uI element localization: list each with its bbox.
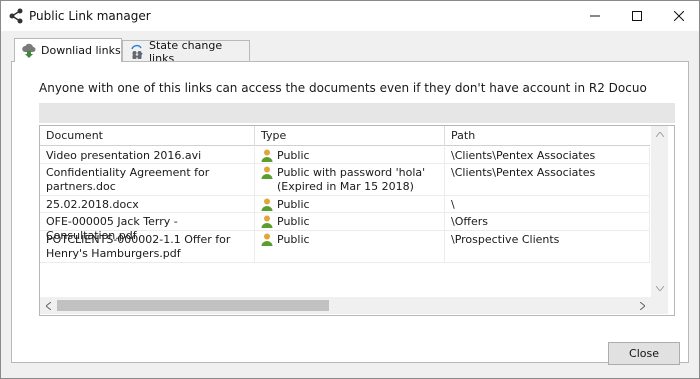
- close-icon: [674, 11, 684, 21]
- path-cell: \Clients\Pentex Associates: [445, 147, 650, 163]
- maximize-icon: [632, 11, 642, 21]
- tab-state-change-links[interactable]: State change links: [122, 39, 250, 65]
- document-cell: Video presentation 2016.avi: [40, 147, 255, 163]
- document-cell: 25.02.2018.docx: [40, 196, 255, 212]
- type-label: Public with password 'hola' (Expired in …: [277, 166, 426, 193]
- user-icon: [261, 166, 273, 179]
- maximize-button[interactable]: [614, 1, 660, 31]
- close-button[interactable]: Close: [608, 342, 680, 365]
- table-header: Document Type Path: [40, 126, 650, 146]
- download-links-panel: Anyone with one of this links can access…: [11, 61, 689, 363]
- path-cell: \: [445, 196, 650, 212]
- type-cell: Public with password 'hola' (Expired in …: [255, 164, 445, 195]
- dialog-body: Downliad links State change links Anyone…: [1, 31, 699, 378]
- type-cell: Public: [255, 147, 445, 163]
- download-cloud-icon: [21, 43, 37, 59]
- type-label: Public: [277, 149, 310, 162]
- table-row[interactable]: POTCLIENTS-000002-1.1 Offer for Henry's …: [40, 231, 650, 263]
- path-cell: \Clients\Pentex Associates: [445, 164, 650, 195]
- public-link-manager-window: Public Link manager Downliad links State…: [0, 0, 700, 379]
- table-row[interactable]: Confidentiality Agreement for partners.d…: [40, 164, 650, 196]
- users-sync-icon: [129, 44, 145, 60]
- document-cell: OFE-000005 Jack Terry - Consultation.pdf: [40, 213, 255, 242]
- window-title: Public Link manager: [29, 9, 151, 23]
- type-cell: Public: [255, 196, 445, 212]
- type-cell: Public: [255, 231, 445, 262]
- user-icon: [261, 198, 273, 211]
- horizontal-scroll-thumb[interactable]: [57, 300, 329, 311]
- path-cell: \Offers: [445, 213, 650, 230]
- path-cell: \Prospective Clients: [445, 231, 650, 262]
- user-icon: [261, 215, 273, 228]
- type-label: Public: [277, 233, 310, 246]
- scroll-left-icon[interactable]: [40, 297, 57, 314]
- document-cell: Confidentiality Agreement for partners.d…: [40, 164, 255, 195]
- user-icon: [261, 233, 273, 246]
- column-header-document[interactable]: Document: [40, 126, 255, 146]
- tab-label: Downliad links: [41, 44, 121, 57]
- column-header-type[interactable]: Type: [255, 126, 445, 146]
- type-label: Public: [277, 198, 310, 211]
- info-text: Anyone with one of this links can access…: [39, 81, 647, 95]
- minimize-icon: [590, 15, 600, 17]
- minimize-button[interactable]: [572, 1, 618, 31]
- type-label: Public: [277, 215, 310, 228]
- title-bar: Public Link manager: [1, 1, 699, 31]
- grid-group-strip: [39, 103, 675, 123]
- close-window-button[interactable]: [656, 1, 700, 31]
- share-icon: [8, 8, 24, 24]
- scroll-up-icon[interactable]: [651, 126, 668, 143]
- scroll-right-icon[interactable]: [634, 297, 651, 314]
- horizontal-scrollbar[interactable]: [40, 297, 668, 314]
- column-header-path[interactable]: Path: [445, 126, 650, 146]
- table-row[interactable]: 25.02.2018.docx Public \: [40, 196, 650, 213]
- document-cell: POTCLIENTS-000002-1.1 Offer for Henry's …: [40, 231, 255, 262]
- tab-download-links[interactable]: Downliad links: [14, 38, 122, 62]
- links-table: Document Type Path Video presentation 20…: [39, 125, 675, 316]
- user-icon: [261, 149, 273, 162]
- table-row[interactable]: OFE-000005 Jack Terry - Consultation.pdf…: [40, 213, 650, 242]
- scroll-down-icon[interactable]: [651, 280, 668, 297]
- table-row[interactable]: Video presentation 2016.avi Public \Clie…: [40, 147, 650, 164]
- type-cell: Public: [255, 213, 445, 230]
- vertical-scrollbar[interactable]: [651, 126, 668, 297]
